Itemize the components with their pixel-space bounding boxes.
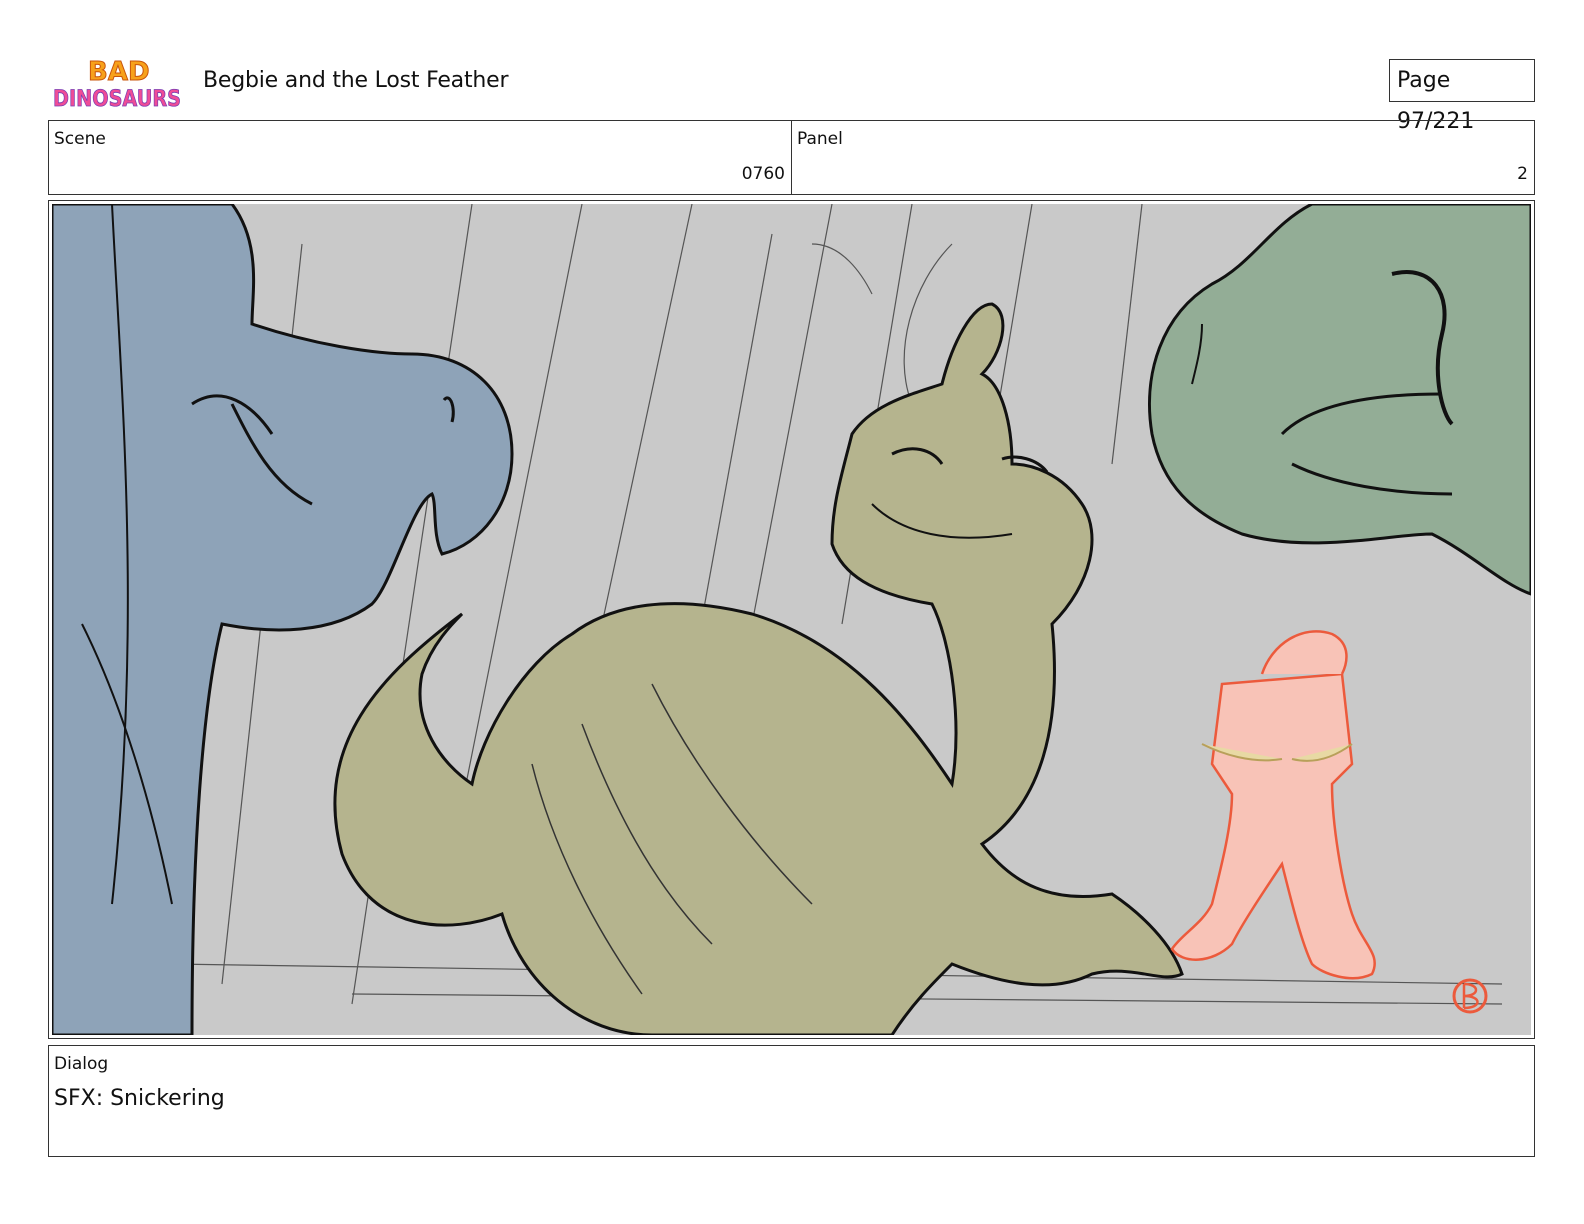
storyboard-frame <box>48 200 1535 1039</box>
panel-value: 2 <box>1517 164 1528 184</box>
dialog-label: Dialog <box>54 1054 109 1074</box>
dialog-text: SFX: Snickering <box>54 1086 225 1111</box>
storyboard-illustration <box>52 204 1531 1035</box>
document-title: Begbie and the Lost Feather <box>203 68 509 93</box>
panel-cell: Panel 2 <box>791 121 1534 194</box>
page-indicator: Page 97/221 <box>1389 59 1535 134</box>
scene-value: 0760 <box>741 164 785 184</box>
logo-text-top: BAD <box>88 57 150 87</box>
panel-label: Panel <box>797 129 843 149</box>
scene-cell: Scene 0760 <box>49 121 791 194</box>
logo-text-bottom: DINOSAURS <box>53 87 181 112</box>
scene-label: Scene <box>54 129 106 149</box>
dialog-box: Dialog SFX: Snickering <box>48 1045 1535 1157</box>
bad-dinosaurs-logo: BAD DINOSAURS <box>53 57 182 113</box>
scene-panel-info: Scene 0760 Panel 2 <box>48 120 1535 195</box>
